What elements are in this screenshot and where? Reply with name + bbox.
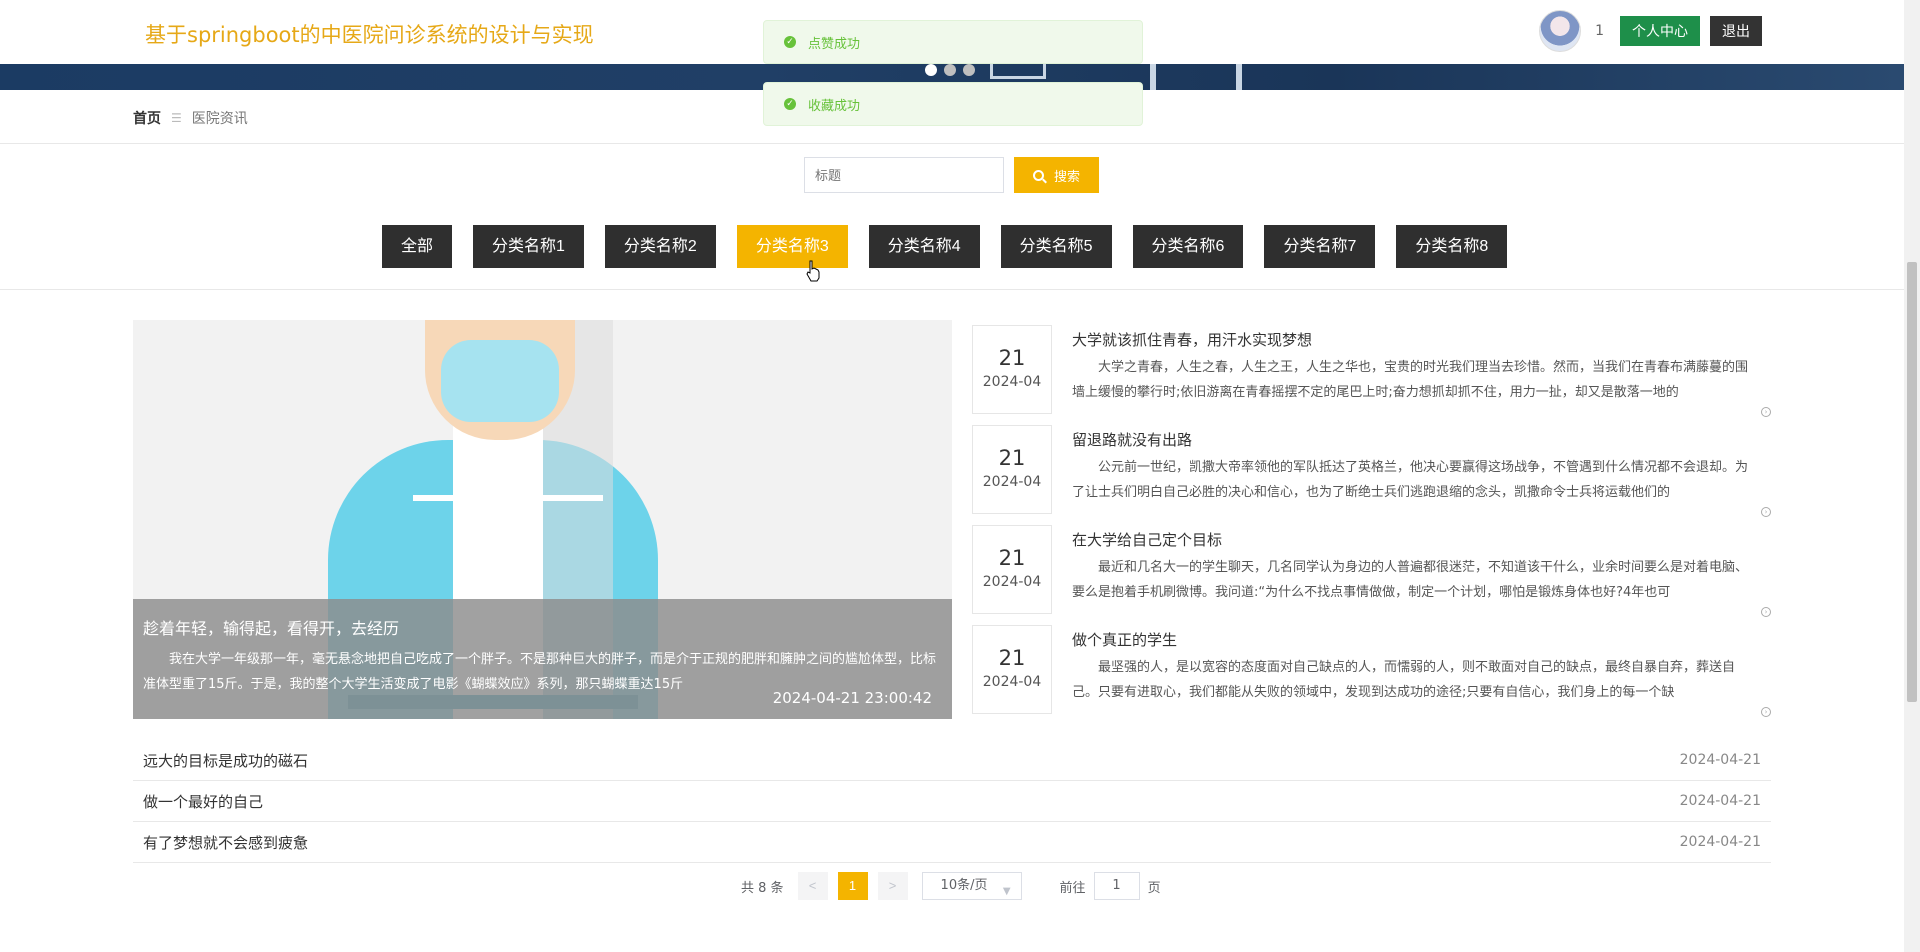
list-item-date: 2024-04-21 xyxy=(1679,793,1761,809)
news-title[interactable]: 大学就该抓住青春，用汗水实现梦想 xyxy=(1072,329,1312,350)
list-item-title[interactable]: 远大的目标是成功的磁石 xyxy=(143,750,308,771)
list-item[interactable]: 远大的目标是成功的磁石 2024-04-21 xyxy=(133,740,1771,781)
divider xyxy=(0,143,1904,144)
list-item[interactable]: 做一个最好的自己 2024-04-21 xyxy=(133,781,1771,822)
carousel-dot[interactable] xyxy=(925,64,937,76)
category-1[interactable]: 分类名称1 xyxy=(473,225,584,268)
arrow-right-circle-icon[interactable]: › xyxy=(1761,607,1771,617)
news-year-month: 2024-04 xyxy=(982,574,1042,590)
news-year-month: 2024-04 xyxy=(982,474,1042,490)
category-3[interactable]: 分类名称3 xyxy=(736,225,848,268)
breadcrumb-current: 医院资讯 xyxy=(191,111,248,127)
category-tabs: 全部 分类名称1 分类名称2 分类名称3 分类名称4 分类名称5 分类名称6 分… xyxy=(382,225,1528,268)
list-item-date: 2024-04-21 xyxy=(1679,834,1761,850)
search-icon xyxy=(1032,169,1044,181)
news-year-month: 2024-04 xyxy=(982,674,1042,690)
category-4[interactable]: 分类名称4 xyxy=(868,225,980,268)
category-7[interactable]: 分类名称7 xyxy=(1264,225,1376,268)
news-item[interactable]: 21 2024-04 留退路就没有出路 公元前一世纪，凯撒大帝率领他的军队抵达了… xyxy=(972,419,1771,517)
pagination-page-1[interactable]: 1 xyxy=(837,872,868,900)
pagination-goto-label: 前往 xyxy=(1059,880,1086,896)
news-item[interactable]: 21 2024-04 做个真正的学生 最坚强的人，是以宽容的态度面对自己缺点的人… xyxy=(972,619,1771,717)
news-summary: 最坚强的人，是以宽容的态度面对自己缺点的人，而懦弱的人，则不敢面对自己的缺点，最… xyxy=(1072,660,1736,700)
logout-button[interactable]: 退出 xyxy=(1710,16,1762,46)
arrow-right-circle-icon[interactable]: › xyxy=(1761,407,1771,417)
news-title[interactable]: 做个真正的学生 xyxy=(1072,629,1177,650)
news-day: 21 xyxy=(998,446,1026,470)
toast-text: 收藏成功 xyxy=(808,98,861,114)
category-8[interactable]: 分类名称8 xyxy=(1396,225,1508,268)
carousel-dot[interactable] xyxy=(963,64,975,76)
breadcrumb-separator-icon: ☰ xyxy=(171,111,182,125)
carousel-dot[interactable] xyxy=(944,64,956,76)
search-input[interactable] xyxy=(804,157,1004,193)
news-title[interactable]: 在大学给自己定个目标 xyxy=(1072,529,1222,550)
breadcrumb-home[interactable]: 首页 xyxy=(133,108,161,128)
breadcrumb: 首页 ☰ 医院资讯 xyxy=(133,108,248,128)
avatar[interactable] xyxy=(1539,10,1582,52)
category-6[interactable]: 分类名称6 xyxy=(1132,225,1244,268)
featured-caption: 趁着年轻，输得起，看得开，去经历 我在大学一年级那一年，毫无悬念地把自己吃成了一… xyxy=(133,599,952,719)
pagination-prev-button[interactable]: < xyxy=(797,872,828,900)
divider xyxy=(0,289,1904,290)
pagination: 共 8 条 < 1 > 10条/页 ▼ 前往 1 页 xyxy=(741,872,1161,900)
news-title[interactable]: 留退路就没有出路 xyxy=(1072,429,1192,450)
hand-cursor-icon xyxy=(806,260,820,282)
page-size-select[interactable]: 10条/页 ▼ xyxy=(921,872,1022,900)
news-date: 21 2024-04 xyxy=(972,625,1052,714)
toast-text: 点赞成功 xyxy=(808,36,861,52)
featured-image-detail xyxy=(413,495,473,501)
pagination-next-button[interactable]: > xyxy=(877,872,908,900)
news-day: 21 xyxy=(998,546,1026,570)
user-count: 1 xyxy=(1595,23,1604,39)
search-button[interactable]: 搜索 xyxy=(1014,157,1099,193)
site-title: 基于springboot的中医院问诊系统的设计与实现 xyxy=(145,23,594,47)
page: 基于springboot的中医院问诊系统的设计与实现 1 个人中心 退出 ✓ 点… xyxy=(0,0,1920,952)
page-size-value: 10条/页 xyxy=(940,878,988,893)
user-area: 1 个人中心 退出 xyxy=(1539,10,1762,52)
arrow-right-circle-icon[interactable]: › xyxy=(1761,707,1771,717)
featured-image-detail xyxy=(543,495,603,501)
featured-time: 2024-04-21 23:00:42 xyxy=(772,689,932,707)
scrollbar-thumb[interactable] xyxy=(1907,262,1917,702)
featured-news[interactable]: 趁着年轻，输得起，看得开，去经历 我在大学一年级那一年，毫无悬念地把自己吃成了一… xyxy=(133,320,952,719)
toast-like-success: ✓ 点赞成功 xyxy=(763,20,1143,64)
check-circle-icon: ✓ xyxy=(784,98,796,110)
news-item[interactable]: 21 2024-04 大学就该抓住青春，用汗水实现梦想 大学之青春，人生之春，人… xyxy=(972,319,1771,417)
news-summary: 最近和几名大一的学生聊天，几名同学认为身边的人普遍都很迷茫，不知道该干什么，业余… xyxy=(1072,560,1749,600)
news-date: 21 2024-04 xyxy=(972,425,1052,514)
news-item[interactable]: 21 2024-04 在大学给自己定个目标 最近和几名大一的学生聊天，几名同学认… xyxy=(972,519,1771,617)
pagination-goto-input[interactable]: 1 xyxy=(1093,872,1140,900)
check-circle-icon: ✓ xyxy=(784,36,796,48)
pagination-page-unit: 页 xyxy=(1147,880,1161,896)
carousel-indicators xyxy=(925,64,975,76)
category-5[interactable]: 分类名称5 xyxy=(1000,225,1112,268)
news-summary: 大学之青春，人生之春，人生之王，人生之华也，宝贵的时光我们理当去珍惜。然而，当我… xyxy=(1072,360,1749,400)
search-button-label: 搜索 xyxy=(1053,168,1080,184)
chevron-down-icon: ▼ xyxy=(1002,886,1011,897)
arrow-right-circle-icon[interactable]: › xyxy=(1761,507,1771,517)
news-date: 21 2024-04 xyxy=(972,325,1052,414)
news-day: 21 xyxy=(998,646,1026,670)
list-item[interactable]: 有了梦想就不会感到疲惫 2024-04-21 xyxy=(133,822,1771,863)
list-item-title[interactable]: 有了梦想就不会感到疲惫 xyxy=(143,832,308,853)
category-all[interactable]: 全部 xyxy=(382,225,453,268)
news-year-month: 2024-04 xyxy=(982,374,1042,390)
news-summary: 公元前一世纪，凯撒大帝率领他的军队抵达了英格兰，他决心要赢得这场战争，不管遇到什… xyxy=(1072,460,1749,500)
news-date: 21 2024-04 xyxy=(972,525,1052,614)
toast-favorite-success: ✓ 收藏成功 xyxy=(763,82,1143,126)
featured-title[interactable]: 趁着年轻，输得起，看得开，去经历 xyxy=(143,615,942,639)
category-2[interactable]: 分类名称2 xyxy=(604,225,716,268)
news-day: 21 xyxy=(998,346,1026,370)
pagination-total: 共 8 条 xyxy=(741,880,784,896)
featured-image-mask xyxy=(441,340,559,422)
list-item-date: 2024-04-21 xyxy=(1679,752,1761,768)
profile-button[interactable]: 个人中心 xyxy=(1620,16,1700,46)
list-item-title[interactable]: 做一个最好的自己 xyxy=(143,791,263,812)
